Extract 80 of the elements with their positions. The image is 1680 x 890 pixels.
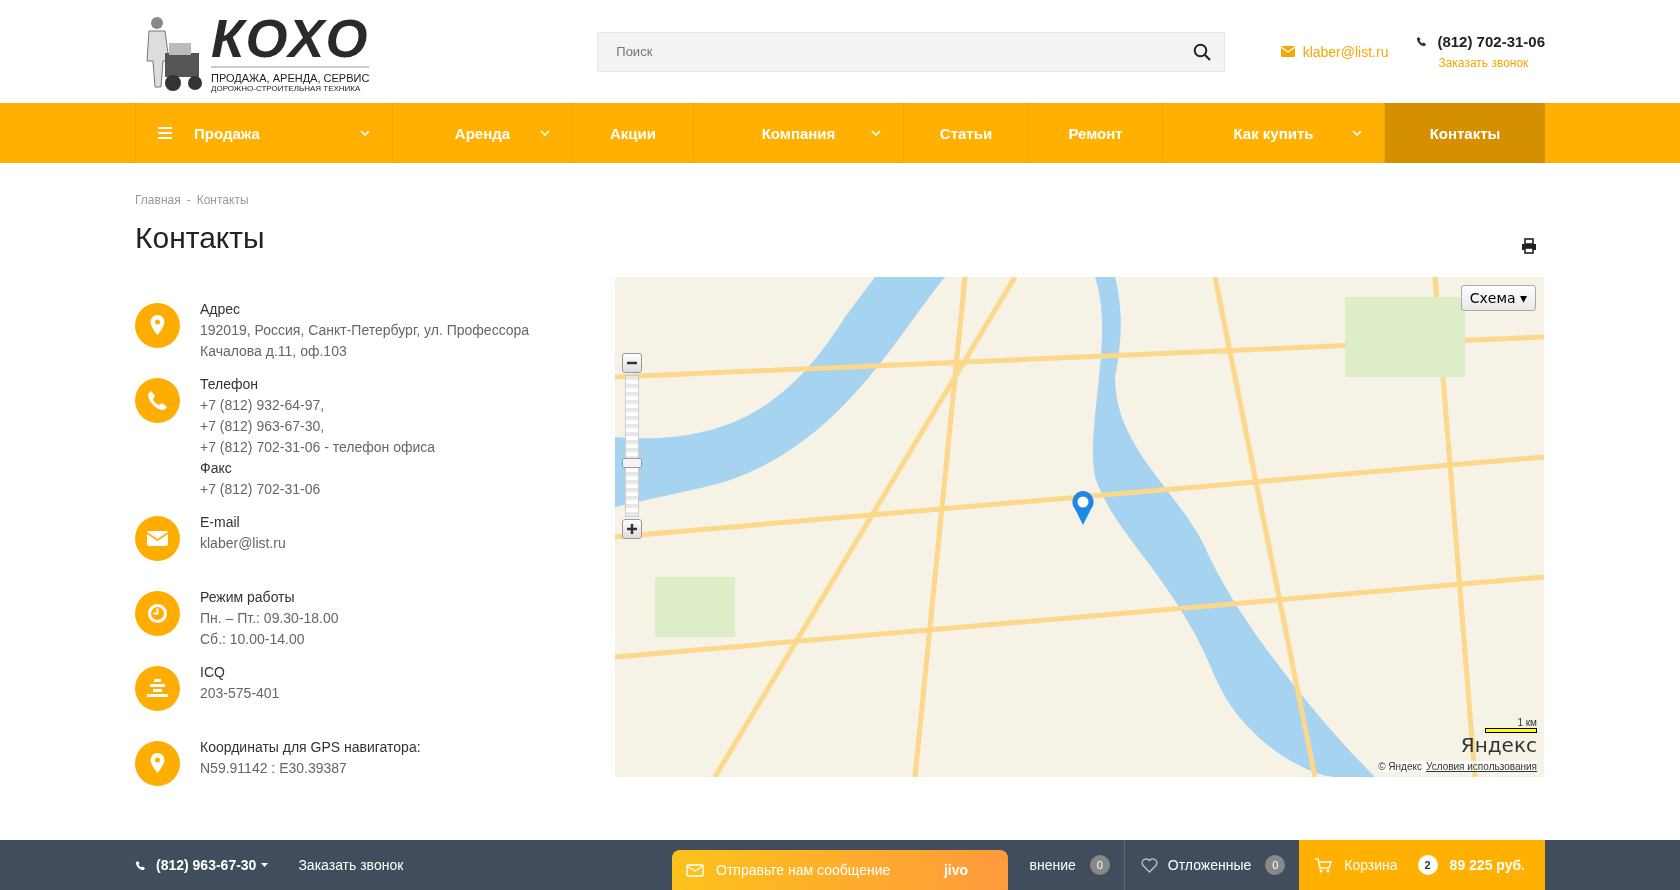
zoom-slider[interactable]	[625, 375, 639, 517]
contact-label: E-mail	[200, 513, 241, 532]
location-pin-icon	[135, 741, 180, 786]
envelope-icon[interactable]	[686, 863, 704, 877]
map-layer-dropdown[interactable]: Схема ▾	[1460, 285, 1536, 311]
contact-value: +7 (812) 963-67-30,	[200, 417, 326, 436]
chevron-down-icon[interactable]	[1352, 130, 1362, 136]
clock-icon	[135, 591, 180, 636]
zoom-in-button[interactable]	[622, 519, 642, 539]
search-field[interactable]: Поиск	[597, 31, 1225, 72]
logo-wordmark: КОХО	[211, 10, 370, 68]
contact-value: klaber@list.ru	[200, 534, 287, 553]
cart-icon[interactable]	[1315, 857, 1333, 873]
nav-menu-item[interactable]: Контакты	[1384, 103, 1545, 163]
contact-value: +7 (812) 932-64-97,	[200, 396, 326, 415]
contact-value: Сб.: 10.00-14.00	[200, 630, 306, 649]
logo-tagline: ПРОДАЖА, АРЕНДА, СЕРВИС	[211, 72, 370, 84]
favorites-link[interactable]: Отложенные	[1167, 857, 1252, 873]
page-title: Контакты	[135, 221, 265, 255]
menu-icon[interactable]	[158, 127, 172, 139]
heart-icon[interactable]	[1140, 857, 1158, 873]
map-marker-icon	[1070, 489, 1096, 527]
chat-message: Отправьте нам сообщение	[716, 862, 891, 878]
caret-icon[interactable]	[261, 863, 269, 867]
print-icon[interactable]	[1521, 238, 1537, 254]
phone-dropdown[interactable]: (812) 963-67-30	[156, 857, 269, 873]
email-link[interactable]: klaber@list.ru	[1302, 43, 1389, 60]
nav-menu-item[interactable]: Компания	[693, 103, 903, 163]
map-scale-bar	[1485, 728, 1537, 733]
chevron-down-icon[interactable]	[871, 130, 881, 136]
nav-menu-item[interactable]: Ремонт	[1028, 103, 1162, 163]
contact-label: Режим работы	[200, 588, 296, 607]
compare-count: 0	[1089, 855, 1110, 875]
favorites-count: 0	[1265, 855, 1286, 875]
compare-link[interactable]: внение	[1029, 857, 1076, 873]
contact-label: Адрес	[200, 300, 242, 319]
header-phone: (812) 702-31-06	[1437, 33, 1545, 50]
stacked-bars-icon	[135, 666, 180, 711]
phone-icon	[135, 378, 180, 423]
zoom-slider-thumb[interactable]	[622, 458, 642, 469]
cart-total: 89 225 руб.	[1449, 857, 1525, 873]
contact-value: 203-575-401	[200, 684, 281, 703]
nav-menu-item[interactable]: Продажа	[135, 103, 392, 163]
location-pin-icon	[135, 303, 180, 348]
breadcrumb-link[interactable]: Главная	[135, 193, 181, 207]
chevron-down-icon[interactable]	[540, 130, 550, 136]
callback-link[interactable]: Заказать звонок	[1438, 56, 1545, 70]
breadcrumb-separator: -	[186, 193, 191, 207]
contact-value: 192019, Россия, Санкт-Петербург, ул. Профессора Качалова д.11, оф.103	[200, 321, 531, 361]
chevron-down-icon[interactable]	[360, 130, 370, 136]
contact-value: +7 (812) 702-31-06	[200, 480, 322, 499]
phone-icon	[135, 859, 146, 871]
cart-panel[interactable]: Корзина 2 89 225 руб.	[1299, 840, 1545, 890]
nav-menu-item[interactable]: Аренда	[392, 103, 572, 163]
contact-label: Факс	[200, 459, 233, 478]
search-icon[interactable]	[1192, 42, 1211, 61]
terms-link[interactable]: Условия использования	[1426, 761, 1537, 772]
map-scale-label: 1 км	[1517, 717, 1537, 728]
map-copyright: © Яндекс	[1378, 761, 1422, 772]
map-provider-logo: Яндекс	[1460, 733, 1537, 757]
contact-value: N59.91142 : E30.39387	[200, 759, 348, 778]
nav-menu-item[interactable]: Акции	[572, 103, 693, 163]
zoom-out-button[interactable]	[622, 353, 642, 373]
contact-value: +7 (812) 702-31-06 - телефон офиса	[200, 438, 437, 457]
phone-icon	[1416, 36, 1428, 47]
callback-link[interactable]: Заказать звонок	[298, 857, 404, 873]
contact-label: Координаты для GPS навигатора:	[200, 738, 422, 757]
nav-menu-item[interactable]: Статьи	[903, 103, 1028, 163]
envelope-icon	[135, 516, 180, 561]
chat-widget[interactable]: Отправьте нам сообщение jivo	[672, 850, 1008, 890]
contact-label: ICQ	[200, 663, 226, 682]
chat-brand: jivo	[943, 862, 968, 878]
breadcrumb-link[interactable]: Контакты	[196, 193, 249, 207]
contact-label: Телефон	[200, 375, 260, 394]
cart-label: Корзина	[1344, 857, 1398, 873]
contact-value: Пн. – Пт.: 09.30-18.00	[200, 609, 340, 628]
envelope-icon	[1280, 46, 1295, 57]
logo-subtagline: ДОРОЖНО-СТРОИТЕЛЬНАЯ ТЕХНИКА	[211, 84, 362, 93]
cart-count: 2	[1417, 855, 1438, 875]
plus-icon[interactable]	[627, 524, 637, 534]
